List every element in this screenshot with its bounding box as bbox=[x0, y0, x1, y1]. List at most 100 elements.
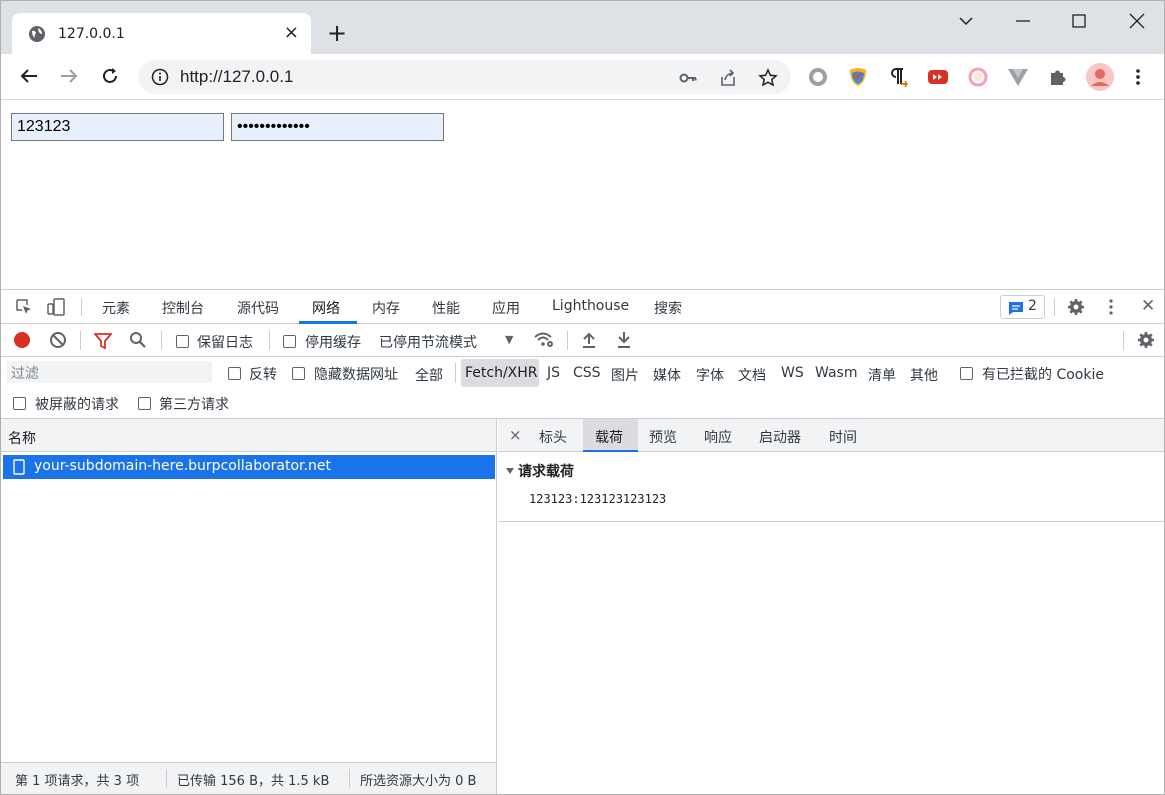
invert-checkbox[interactable] bbox=[228, 367, 241, 380]
details-tab-headers[interactable]: 标头 bbox=[539, 427, 567, 447]
blocked-requests-checkbox[interactable] bbox=[13, 397, 26, 410]
title-bar: 127.0.0.1 × + bbox=[1, 1, 1164, 54]
network-settings-gear-icon[interactable] bbox=[1137, 331, 1155, 349]
menu-kebab-icon[interactable] bbox=[1127, 66, 1149, 88]
filter-type-doc[interactable]: 文档 bbox=[738, 365, 766, 385]
network-conditions-wifi-icon[interactable] bbox=[533, 330, 555, 350]
separator bbox=[349, 769, 350, 788]
settings-gear-icon[interactable] bbox=[1067, 298, 1085, 316]
close-window-icon[interactable] bbox=[1125, 9, 1149, 33]
tab-lighthouse[interactable]: Lighthouse bbox=[552, 298, 629, 314]
extension-youtube-icon[interactable] bbox=[927, 66, 949, 88]
extensions-puzzle-icon[interactable] bbox=[1047, 66, 1069, 88]
info-icon[interactable] bbox=[151, 68, 169, 86]
details-tab-response[interactable]: 响应 bbox=[704, 427, 732, 447]
extension-circle-icon[interactable] bbox=[807, 66, 829, 88]
tab-memory[interactable]: 内存 bbox=[372, 298, 400, 318]
details-tab-payload[interactable]: 载荷 bbox=[595, 427, 623, 447]
details-tab-timing[interactable]: 时间 bbox=[829, 427, 857, 447]
tab-network[interactable]: 网络 bbox=[312, 298, 340, 318]
throttling-dropdown-arrow[interactable]: ▼ bbox=[505, 333, 513, 346]
back-icon[interactable] bbox=[18, 65, 40, 87]
extension-shield-icon[interactable] bbox=[847, 66, 869, 88]
filter-type-all[interactable]: 全部 bbox=[415, 365, 443, 385]
tab-application[interactable]: 应用 bbox=[492, 298, 520, 318]
share-icon[interactable] bbox=[718, 68, 738, 88]
disable-cache-label: 停用缓存 bbox=[305, 335, 361, 351]
extension-pilcrow-icon[interactable] bbox=[887, 66, 909, 88]
hide-data-urls-checkbox[interactable] bbox=[292, 367, 305, 380]
filter-type-manifest[interactable]: 清单 bbox=[868, 365, 896, 385]
tab-elements[interactable]: 元素 bbox=[102, 298, 130, 318]
inspect-element-icon[interactable] bbox=[15, 298, 33, 316]
devtools-menu-icon[interactable] bbox=[1102, 298, 1120, 316]
filter-type-fetch-xhr[interactable]: Fetch/XHR bbox=[465, 365, 538, 381]
star-icon[interactable] bbox=[758, 68, 778, 88]
separator bbox=[80, 331, 81, 350]
tab-sources[interactable]: 源代码 bbox=[237, 298, 279, 318]
new-tab-button[interactable]: + bbox=[327, 21, 347, 45]
hide-data-urls-label: 隐藏数据网址 bbox=[314, 367, 398, 383]
throttling-select[interactable]: 已停用节流模式 bbox=[379, 332, 477, 352]
issues-count: 2 bbox=[1028, 298, 1037, 314]
filter-type-wasm[interactable]: Wasm bbox=[815, 365, 857, 381]
tab-console[interactable]: 控制台 bbox=[162, 298, 204, 318]
tab-title: 127.0.0.1 bbox=[58, 25, 125, 42]
close-details-button[interactable]: × bbox=[509, 426, 522, 444]
username-input[interactable] bbox=[11, 113, 224, 141]
preserve-log-checkbox[interactable] bbox=[176, 335, 189, 348]
details-tab-initiator[interactable]: 启动器 bbox=[759, 427, 801, 447]
extension-ring-icon[interactable] bbox=[967, 66, 989, 88]
browser-tab[interactable]: 127.0.0.1 × bbox=[12, 13, 311, 54]
filter-funnel-icon[interactable] bbox=[94, 332, 112, 350]
import-har-upload-icon[interactable] bbox=[581, 331, 597, 349]
password-input[interactable] bbox=[231, 113, 444, 141]
request-list-header: 名称 bbox=[1, 419, 496, 452]
filter-type-other[interactable]: 其他 bbox=[910, 365, 938, 385]
blocked-cookies-checkbox[interactable] bbox=[960, 367, 973, 380]
filter-type-img[interactable]: 图片 bbox=[611, 365, 639, 385]
triangle-down-icon[interactable] bbox=[505, 466, 515, 476]
clear-icon[interactable] bbox=[49, 331, 67, 349]
separator bbox=[161, 331, 162, 350]
filter-type-css[interactable]: CSS bbox=[573, 365, 601, 381]
forward-icon[interactable] bbox=[58, 65, 80, 87]
maximize-icon[interactable] bbox=[1067, 9, 1091, 33]
key-icon[interactable] bbox=[678, 68, 698, 88]
payload-section-title[interactable]: 请求载荷 bbox=[518, 461, 574, 481]
details-tab-preview[interactable]: 预览 bbox=[649, 427, 677, 447]
network-toolbar: 保留日志 停用缓存 已停用节流模式 ▼ bbox=[1, 324, 1164, 357]
export-har-download-icon[interactable] bbox=[616, 331, 632, 349]
minimize-icon[interactable] bbox=[1011, 9, 1035, 33]
third-party-checkbox[interactable] bbox=[138, 397, 151, 410]
filter-type-font[interactable]: 字体 bbox=[696, 365, 724, 385]
profile-avatar[interactable] bbox=[1086, 63, 1114, 91]
request-row[interactable]: your-subdomain-here.burpcollaborator.net bbox=[3, 455, 495, 479]
tab-close-button[interactable]: × bbox=[284, 24, 299, 42]
record-icon[interactable] bbox=[13, 331, 31, 349]
request-payload-section: 请求载荷 123123:123123123123 bbox=[498, 452, 1164, 522]
filter-input[interactable]: 过滤 bbox=[7, 361, 212, 383]
extension-vue-icon[interactable] bbox=[1007, 66, 1029, 88]
issues-badge[interactable]: 2 bbox=[1000, 295, 1045, 319]
filter-type-js[interactable]: JS bbox=[547, 365, 560, 381]
devtools-tab-bar: 元素 控制台 源代码 网络 内存 性能 应用 Lighthouse 搜索 2 ✕ bbox=[1, 290, 1164, 324]
separator bbox=[166, 769, 167, 788]
browser-window: 127.0.0.1 × + http://127.0.0.1 123123 ••… bbox=[0, 0, 1165, 795]
tab-search[interactable]: 搜索 bbox=[654, 298, 682, 318]
tab-search-chevron-icon[interactable] bbox=[954, 9, 978, 33]
reload-icon[interactable] bbox=[99, 65, 121, 87]
page-content bbox=[1, 101, 1164, 289]
disable-cache-checkbox[interactable] bbox=[283, 335, 296, 348]
message-icon bbox=[1009, 302, 1023, 315]
tab-performance[interactable]: 性能 bbox=[432, 298, 460, 318]
close-devtools-button[interactable]: ✕ bbox=[1141, 296, 1155, 316]
search-icon[interactable] bbox=[129, 331, 147, 349]
filter-type-media[interactable]: 媒体 bbox=[653, 365, 681, 385]
name-column-header[interactable]: 名称 bbox=[8, 428, 36, 448]
address-bar[interactable]: http://127.0.0.1 bbox=[138, 60, 791, 94]
network-status-bar: 第 1 项请求，共 3 项 已传输 156 B，共 1.5 kB 所选资源大小为… bbox=[1, 762, 496, 794]
filter-type-ws[interactable]: WS bbox=[781, 365, 804, 381]
device-toolbar-icon[interactable] bbox=[47, 298, 65, 316]
separator bbox=[269, 331, 270, 350]
